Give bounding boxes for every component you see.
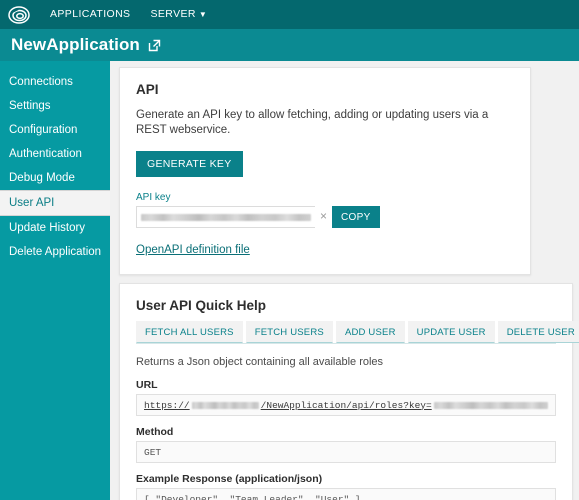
url-field[interactable]: https:// /NewApplication/api/roles?key=: [136, 394, 556, 416]
method-value: GET: [144, 446, 162, 458]
sidebar-item-label: Settings: [9, 100, 51, 112]
sidebar-item-label: User API: [9, 197, 55, 209]
tab-delete-user[interactable]: DELETE USER: [497, 321, 579, 343]
api-key-redacted-value: [141, 213, 311, 221]
sidebar-item-label: Authentication: [9, 148, 82, 160]
url-prefix: https://: [144, 399, 190, 411]
method-field[interactable]: GET: [136, 441, 556, 463]
sidebar-item-delete-application[interactable]: Delete Application: [0, 240, 110, 264]
tab-label: DELETE USER: [506, 327, 575, 338]
tab-fetch-users[interactable]: FETCH USERS: [245, 321, 333, 343]
tab-label: FETCH USERS: [254, 327, 324, 338]
sidebar-item-label: Connections: [9, 76, 73, 88]
api-key-row: × COPY: [136, 206, 380, 228]
url-key-redacted: [433, 401, 548, 409]
api-card-title: API: [136, 82, 159, 97]
sidebar: Connections Settings Configuration Authe…: [0, 61, 110, 500]
tab-add-user[interactable]: ADD USER: [335, 321, 405, 343]
quick-help-tabs: FETCH ALL USERS FETCH USERS ADD USER UPD…: [136, 321, 579, 344]
example-response-value: [ "Developer", "Team Leader", "User" ]: [144, 493, 361, 500]
page-title: NewApplication: [11, 35, 140, 54]
sidebar-item-label: Update History: [9, 222, 86, 234]
nav-item-applications[interactable]: APPLICATIONS: [40, 0, 140, 29]
chevron-down-icon: ▼: [198, 10, 208, 19]
api-key-input[interactable]: [136, 206, 315, 228]
api-card: API Generate an API key to allow fetchin…: [119, 67, 531, 275]
application-title-bar: NewApplication: [0, 29, 579, 61]
nav-item-server-label: SERVER: [150, 8, 196, 20]
tab-fetch-all-users[interactable]: FETCH ALL USERS: [136, 321, 243, 343]
sidebar-item-debug-mode[interactable]: Debug Mode: [0, 166, 110, 190]
openapi-definition-link[interactable]: OpenAPI definition file: [136, 244, 250, 256]
url-value: https:// /NewApplication/api/roles?key=: [144, 400, 548, 411]
url-host-redacted: [191, 401, 259, 409]
example-response-field[interactable]: [ "Developer", "Team Leader", "User" ]: [136, 488, 556, 500]
sidebar-item-settings[interactable]: Settings: [0, 94, 110, 118]
content-area: API Generate an API key to allow fetchin…: [110, 61, 579, 500]
sidebar-item-label: Debug Mode: [9, 172, 75, 184]
url-label: URL: [136, 379, 158, 391]
external-link-icon[interactable]: [148, 39, 161, 52]
clear-icon[interactable]: ×: [315, 206, 332, 228]
tab-update-user[interactable]: UPDATE USER: [407, 321, 495, 343]
example-response-label: Example Response (application/json): [136, 473, 323, 485]
sidebar-item-user-api[interactable]: User API: [0, 190, 110, 216]
tab-label: FETCH ALL USERS: [145, 327, 234, 338]
sidebar-item-authentication[interactable]: Authentication: [0, 142, 110, 166]
panel-description: Returns a Json object containing all ava…: [136, 356, 384, 368]
nav-item-applications-label: APPLICATIONS: [50, 8, 131, 20]
api-key-label: API key: [136, 192, 171, 203]
sidebar-item-label: Delete Application: [9, 246, 102, 258]
method-label: Method: [136, 426, 174, 438]
main-shell: Connections Settings Configuration Authe…: [0, 61, 579, 500]
spiral-logo-icon[interactable]: [8, 4, 30, 26]
generate-key-button[interactable]: GENERATE KEY: [136, 151, 243, 177]
sidebar-item-configuration[interactable]: Configuration: [0, 118, 110, 142]
sidebar-item-connections[interactable]: Connections: [0, 70, 110, 94]
top-navigation-bar: APPLICATIONS SERVER ▼: [0, 0, 579, 29]
sidebar-item-label: Configuration: [9, 124, 78, 136]
tab-label: UPDATE USER: [416, 327, 486, 338]
nav-item-server[interactable]: SERVER ▼: [140, 0, 217, 29]
quick-help-title: User API Quick Help: [136, 298, 267, 313]
tab-label: ADD USER: [344, 327, 396, 338]
sidebar-item-update-history[interactable]: Update History: [0, 216, 110, 240]
api-card-description: Generate an API key to allow fetching, a…: [136, 109, 489, 136]
user-api-quick-help-card: User API Quick Help FETCH ALL USERS FETC…: [119, 283, 579, 500]
url-path: /NewApplication/api/roles?key=: [260, 399, 432, 411]
copy-button[interactable]: COPY: [332, 206, 380, 228]
